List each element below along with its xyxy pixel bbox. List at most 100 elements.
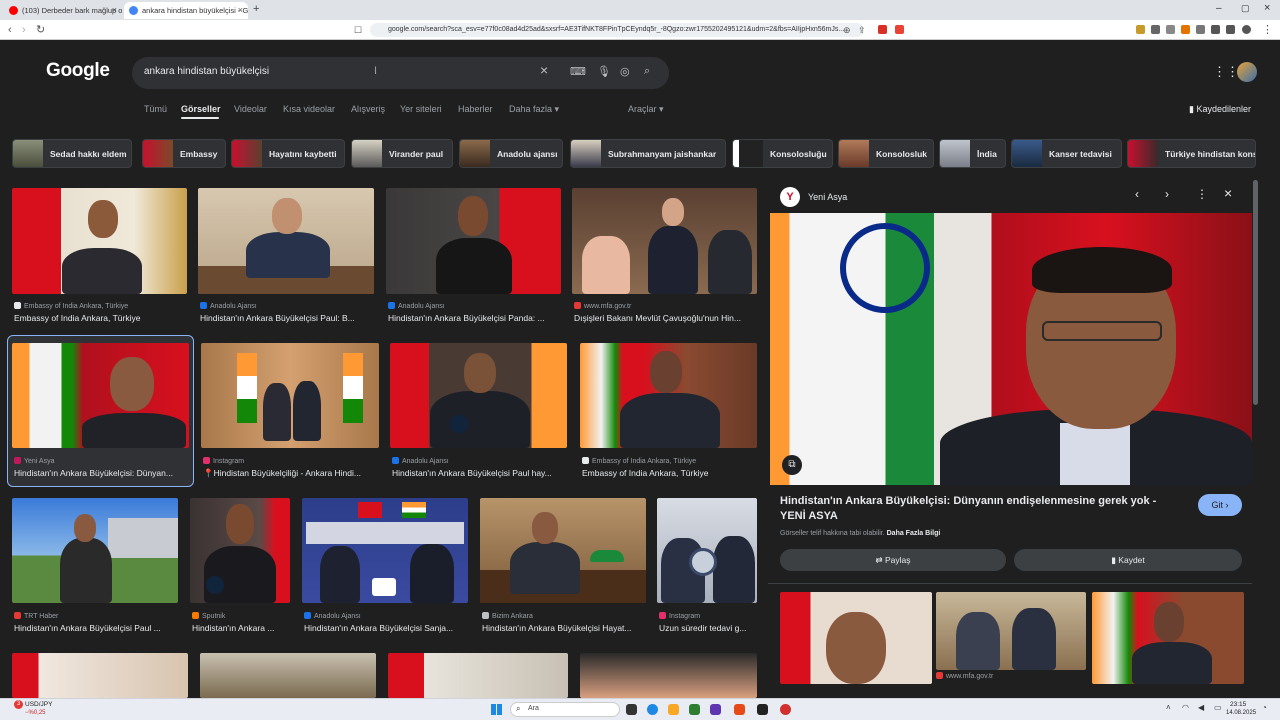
- chip[interactable]: Türkiye hindistan konsolo: [1127, 139, 1256, 168]
- app-icon[interactable]: [689, 704, 700, 715]
- image-result[interactable]: Anadolu Ajansı Hindistan'ın Ankara Büyük…: [302, 498, 468, 638]
- image-result[interactable]: Bizim Ankara Hindistan'ın Ankara Büyükel…: [480, 498, 646, 638]
- camera-search-icon[interactable]: ◎: [620, 65, 630, 78]
- extension-icon[interactable]: [1166, 25, 1175, 34]
- chip[interactable]: Konsolosluk: [838, 139, 934, 168]
- chip[interactable]: Subrahmanyam jaishankar: [570, 139, 726, 168]
- chip[interactable]: İndia: [939, 139, 1006, 168]
- result-image[interactable]: [12, 653, 188, 698]
- close-window-icon[interactable]: ×: [1264, 2, 1270, 14]
- tab-videos[interactable]: Videolar: [234, 104, 267, 114]
- result-title[interactable]: Hindistan'ın Ankara Büyükelçisi Hayat...: [482, 623, 648, 633]
- result-title[interactable]: Hindistan'ın Ankara Büyükelçisi: Dünyan.…: [14, 468, 188, 478]
- related-image[interactable]: [1092, 592, 1244, 684]
- share-icon[interactable]: ⇪: [858, 23, 866, 37]
- tab-more[interactable]: Daha fazla ▾: [509, 104, 559, 115]
- saved-button[interactable]: ▮ Kaydedilenler: [1189, 104, 1251, 115]
- image-result[interactable]: Embassy of India Ankara, Türkiye Embassy…: [580, 343, 757, 483]
- browser-tab-1[interactable]: (103) Derbeder bark mağlup oş ile te ×: [4, 2, 122, 19]
- ticker-widget[interactable]: USD/JPY: [25, 701, 52, 708]
- search-input[interactable]: ankara hindistan büyükelçisi: [144, 66, 269, 77]
- sidebar-icon[interactable]: [1211, 25, 1220, 34]
- result-title[interactable]: 📍Hindistan Büyükelçiliği - Ankara Hindi.…: [203, 468, 379, 479]
- forward-arrow-icon[interactable]: ›: [22, 23, 26, 37]
- visit-button[interactable]: Git ›: [1198, 494, 1242, 516]
- chip[interactable]: Sedad hakkı eldem: [12, 139, 132, 168]
- previous-arrow-icon[interactable]: ‹: [1135, 187, 1139, 201]
- tab-all[interactable]: Tümü: [144, 104, 167, 114]
- app-icon[interactable]: [757, 704, 768, 715]
- result-title[interactable]: Hindistan'ın Ankara Büyükelçisi Paul ...: [14, 623, 178, 633]
- tab-news[interactable]: Haberler: [458, 104, 493, 114]
- image-result[interactable]: Anadolu Ajansı Hindistan'ın Ankara Büyük…: [390, 343, 567, 483]
- image-result[interactable]: Yeni Asya Hindistan'ın Ankara Büyükelçis…: [12, 343, 189, 483]
- panel-source-name[interactable]: Yeni Asya: [808, 192, 847, 202]
- reload-icon[interactable]: ↻: [36, 23, 45, 37]
- new-tab-plus-icon[interactable]: +: [253, 3, 259, 15]
- notifications-bell-icon[interactable]: ◔: [1262, 703, 1267, 712]
- result-title[interactable]: Hindistan'ın Ankara Büyükelçisi Sanja...: [304, 623, 470, 633]
- image-result[interactable]: Instagram 📍Hindistan Büyükelçiliği - Ank…: [201, 343, 379, 483]
- extension-icon[interactable]: [895, 25, 904, 34]
- result-title[interactable]: Hindistan'ın Ankara Büyükelçisi Paul hay…: [392, 468, 568, 478]
- image-result[interactable]: Anadolu Ajansı Hindistan'ın Ankara Büyük…: [198, 188, 374, 328]
- brave-icon[interactable]: [734, 704, 745, 715]
- system-tray-chevron-icon[interactable]: ˄: [1166, 703, 1171, 712]
- extensions-puzzle-icon[interactable]: [1196, 25, 1205, 34]
- search-icon[interactable]: ⌕: [644, 65, 650, 78]
- maximize-icon[interactable]: ▢: [1241, 3, 1250, 14]
- taskbar-search[interactable]: ⌕ Ara: [510, 702, 620, 717]
- extension-icon[interactable]: [878, 25, 887, 34]
- tab-images[interactable]: Görseller: [181, 104, 221, 114]
- tab-short-videos[interactable]: Kısa videolar: [283, 104, 335, 114]
- chip[interactable]: Hayatını kaybetti: [231, 139, 345, 168]
- menu-dots-icon[interactable]: ⋮: [1262, 23, 1273, 37]
- battery-icon[interactable]: ▭: [1214, 703, 1222, 712]
- related-image[interactable]: [780, 592, 932, 684]
- zoom-icon[interactable]: ⊕: [843, 23, 851, 37]
- close-panel-icon[interactable]: ×: [1224, 185, 1232, 201]
- extension-icon[interactable]: [1151, 25, 1160, 34]
- extension-icon[interactable]: [1136, 25, 1145, 34]
- search-box[interactable]: ankara hindistan büyükelçisi I × ⌨ 🎙 ◎ ⌕: [132, 57, 669, 89]
- tab-places[interactable]: Yer siteleri: [400, 104, 442, 114]
- related-image[interactable]: [936, 592, 1086, 670]
- back-arrow-icon[interactable]: ‹: [8, 23, 12, 37]
- file-explorer-icon[interactable]: [668, 704, 679, 715]
- result-image[interactable]: [580, 653, 757, 698]
- clock-date[interactable]: 14.08.2025: [1226, 710, 1256, 716]
- chip[interactable]: Embassy: [142, 139, 226, 168]
- minimize-icon[interactable]: –: [1216, 3, 1222, 14]
- wifi-icon[interactable]: ◠: [1182, 703, 1189, 712]
- more-options-icon[interactable]: ⋮: [1196, 187, 1208, 201]
- image-result[interactable]: Anadolu Ajansı Hindistan'ın Ankara Büyük…: [386, 188, 561, 328]
- google-logo[interactable]: Google: [46, 60, 110, 82]
- tab-shopping[interactable]: Alışveriş: [351, 104, 385, 114]
- scrollbar[interactable]: [1253, 180, 1258, 405]
- chip[interactable]: Virander paul: [351, 139, 453, 168]
- result-title[interactable]: Dışişleri Bakanı Mevlüt Çavuşoğlu'nun Hi…: [574, 313, 756, 323]
- chip[interactable]: Konsolosluğu: [732, 139, 833, 168]
- result-title[interactable]: Embassy of India Ankara, Türkiye: [582, 468, 758, 478]
- result-title[interactable]: Embassy of India Ankara, Türkiye: [14, 313, 186, 323]
- result-image[interactable]: [200, 653, 376, 698]
- learn-more-link[interactable]: Daha Fazla Bilgi: [887, 530, 941, 537]
- browser-tab-2[interactable]: ankara hindistan büyükelçisi - G ×: [124, 2, 248, 19]
- start-windows-icon[interactable]: [491, 704, 502, 715]
- chip[interactable]: Anadolu ajansı: [459, 139, 563, 168]
- volume-icon[interactable]: ◀: [1198, 703, 1204, 712]
- image-result[interactable]: Instagram Uzun süredir tedavi g...: [657, 498, 757, 638]
- result-title[interactable]: Hindistan'ın Ankara ...: [192, 623, 290, 633]
- url-field[interactable]: google.com/search?sca_esv=e77f0c08ad4d25…: [370, 23, 864, 37]
- close-tab-icon[interactable]: ×: [238, 2, 243, 19]
- task-view-icon[interactable]: [626, 704, 637, 715]
- image-result[interactable]: TRT Haber Hindistan'ın Ankara Büyükelçis…: [12, 498, 178, 638]
- app-icon[interactable]: [710, 704, 721, 715]
- result-title[interactable]: Hindistan'ın Ankara Büyükelçisi Panda: .…: [388, 313, 560, 323]
- clock-time[interactable]: 23:15: [1230, 701, 1246, 708]
- panel-title[interactable]: Hindistan'ın Ankara Büyükelçisi: Dünyanı…: [780, 494, 1180, 524]
- save-button[interactable]: ▮ Kaydet: [1014, 549, 1242, 571]
- next-arrow-icon[interactable]: ›: [1165, 187, 1169, 201]
- image-result[interactable]: www.mfa.gov.tr Dışişleri Bakanı Mevlüt Ç…: [572, 188, 757, 328]
- keyboard-icon[interactable]: ⌨: [570, 65, 586, 78]
